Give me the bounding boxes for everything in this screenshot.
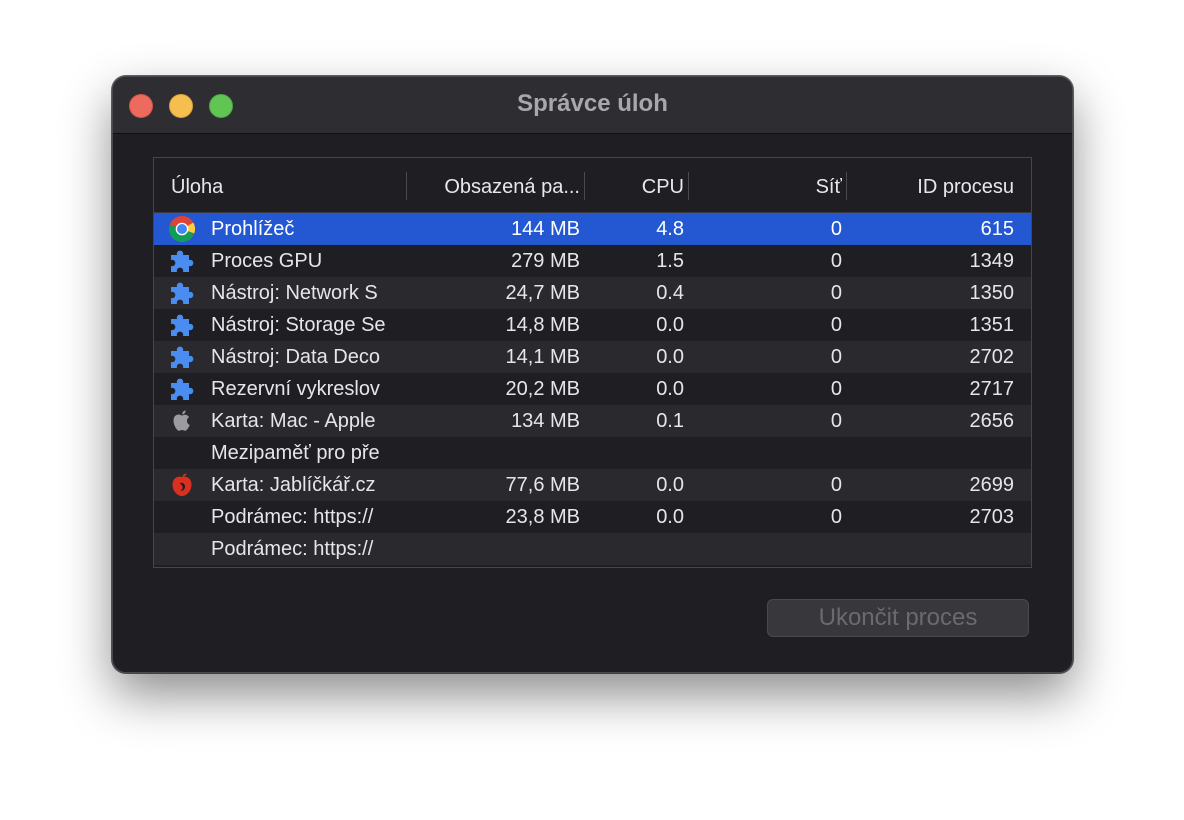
task-name-cell: Proces GPU — [211, 250, 323, 272]
network-cell: 0 — [830, 314, 842, 336]
column-header-network[interactable]: Síť — [688, 158, 842, 212]
pid-cell: 2702 — [969, 346, 1015, 368]
task-name-cell: Mezipaměť pro pře — [211, 442, 380, 464]
column-header-pid[interactable]: ID procesu — [846, 158, 1014, 212]
memory-cell: 144 MB — [511, 218, 580, 240]
network-cell: 0 — [830, 282, 842, 304]
pid-cell: 1349 — [969, 250, 1015, 272]
network-cell — [688, 437, 842, 469]
task-name-cell: Karta: Mac - Apple — [211, 410, 376, 432]
memory-cell: 77,6 MB — [505, 474, 580, 496]
table-row[interactable]: Podrámec: https:// 23,8 MB 0.0 0 2703 — [154, 501, 1031, 533]
network-cell: 0 — [830, 218, 842, 240]
task-name-cell: Karta: Jablíčkář.cz — [211, 474, 376, 496]
network-cell: 0 — [830, 250, 842, 272]
pid-cell: 2703 — [969, 506, 1015, 528]
network-cell: 0 — [830, 378, 842, 400]
table-row[interactable]: Podrámec: https:// — [154, 533, 1031, 565]
end-process-button[interactable]: Ukončit proces — [767, 599, 1029, 637]
cpu-cell — [584, 533, 684, 565]
puzzle-icon — [168, 311, 196, 339]
memory-cell: 24,7 MB — [505, 282, 580, 304]
memory-cell — [406, 437, 580, 469]
minimize-window-button[interactable] — [169, 94, 193, 118]
cpu-cell: 0.0 — [656, 474, 684, 496]
task-name-cell: Nástroj: Data Deco — [211, 346, 380, 368]
table-row[interactable]: Prohlížeč 144 MB 4.8 0 615 — [154, 213, 1031, 245]
cpu-cell: 0.0 — [656, 314, 684, 336]
column-header-memory[interactable]: Obsazená pa... — [406, 158, 580, 212]
cpu-cell: 4.8 — [656, 218, 684, 240]
table-row[interactable]: Mezipaměť pro pře — [154, 437, 1031, 469]
memory-cell: 20,2 MB — [505, 378, 580, 400]
network-cell: 0 — [830, 346, 842, 368]
puzzle-icon — [168, 375, 196, 403]
table-row[interactable]: Rezervní vykreslov 20,2 MB 0.0 0 2717 — [154, 373, 1031, 405]
cpu-cell: 1.5 — [656, 250, 684, 272]
pid-cell: 615 — [980, 218, 1014, 240]
network-cell: 0 — [830, 410, 842, 432]
memory-cell: 14,8 MB — [505, 314, 580, 336]
maximize-window-button[interactable] — [209, 94, 233, 118]
column-header-task[interactable]: Úloha — [171, 158, 391, 212]
cpu-cell: 0.0 — [656, 378, 684, 400]
network-cell — [688, 533, 842, 565]
table-row[interactable]: Nástroj: Network S 24,7 MB 0.4 0 1350 — [154, 277, 1031, 309]
network-cell: 0 — [830, 506, 842, 528]
apple-icon — [168, 407, 196, 435]
table-row[interactable]: Nástroj: Storage Se 14,8 MB 0.0 0 1351 — [154, 309, 1031, 341]
task-name-cell: Podrámec: https:// — [211, 538, 374, 560]
pid-cell: 2656 — [969, 410, 1015, 432]
memory-cell: 279 MB — [511, 250, 580, 272]
pid-cell: 2699 — [969, 474, 1015, 496]
cpu-cell: 0.0 — [656, 506, 684, 528]
puzzle-icon — [168, 247, 196, 275]
pid-cell — [846, 437, 1014, 469]
empty-row — [154, 565, 1031, 567]
window-title: Správce úloh — [517, 90, 668, 117]
pid-cell — [846, 533, 1014, 565]
close-window-button[interactable] — [129, 94, 153, 118]
task-name-cell: Podrámec: https:// — [211, 506, 374, 528]
task-name-cell: Nástroj: Storage Se — [211, 314, 386, 336]
cpu-cell: 0.4 — [656, 282, 684, 304]
cpu-cell: 0.1 — [656, 410, 684, 432]
memory-cell — [406, 533, 580, 565]
pid-cell: 1351 — [969, 314, 1015, 336]
table-row[interactable]: Nástroj: Data Deco 14,1 MB 0.0 0 2702 — [154, 341, 1031, 373]
process-table: Úloha Obsazená pa... CPU Síť ID procesu … — [153, 157, 1032, 568]
title-bar: Správce úloh — [113, 77, 1072, 134]
puzzle-icon — [168, 343, 196, 371]
puzzle-icon — [168, 279, 196, 307]
table-row[interactable]: Proces GPU 279 MB 1.5 0 1349 — [154, 245, 1031, 277]
table-row[interactable]: Karta: Jablíčkář.cz 77,6 MB 0.0 0 2699 — [154, 469, 1031, 501]
task-name-cell: Rezervní vykreslov — [211, 378, 380, 400]
table-header: Úloha Obsazená pa... CPU Síť ID procesu — [154, 158, 1031, 213]
pid-cell: 2717 — [969, 378, 1015, 400]
task-name-cell: Prohlížeč — [211, 218, 295, 240]
task-manager-window: Správce úloh Úloha Obsazená pa... CPU Sí… — [112, 76, 1073, 673]
network-cell: 0 — [830, 474, 842, 496]
table-row[interactable]: Karta: Mac - Apple 134 MB 0.1 0 2656 — [154, 405, 1031, 437]
chrome-icon — [168, 215, 196, 243]
memory-cell: 23,8 MB — [505, 506, 580, 528]
cpu-cell: 0.0 — [656, 346, 684, 368]
task-name-cell: Nástroj: Network S — [211, 282, 378, 304]
column-header-cpu[interactable]: CPU — [584, 158, 684, 212]
cpu-cell — [584, 437, 684, 469]
memory-cell: 134 MB — [511, 410, 580, 432]
memory-cell: 14,1 MB — [505, 346, 580, 368]
pid-cell: 1350 — [969, 282, 1015, 304]
jablickar-icon — [168, 471, 196, 499]
